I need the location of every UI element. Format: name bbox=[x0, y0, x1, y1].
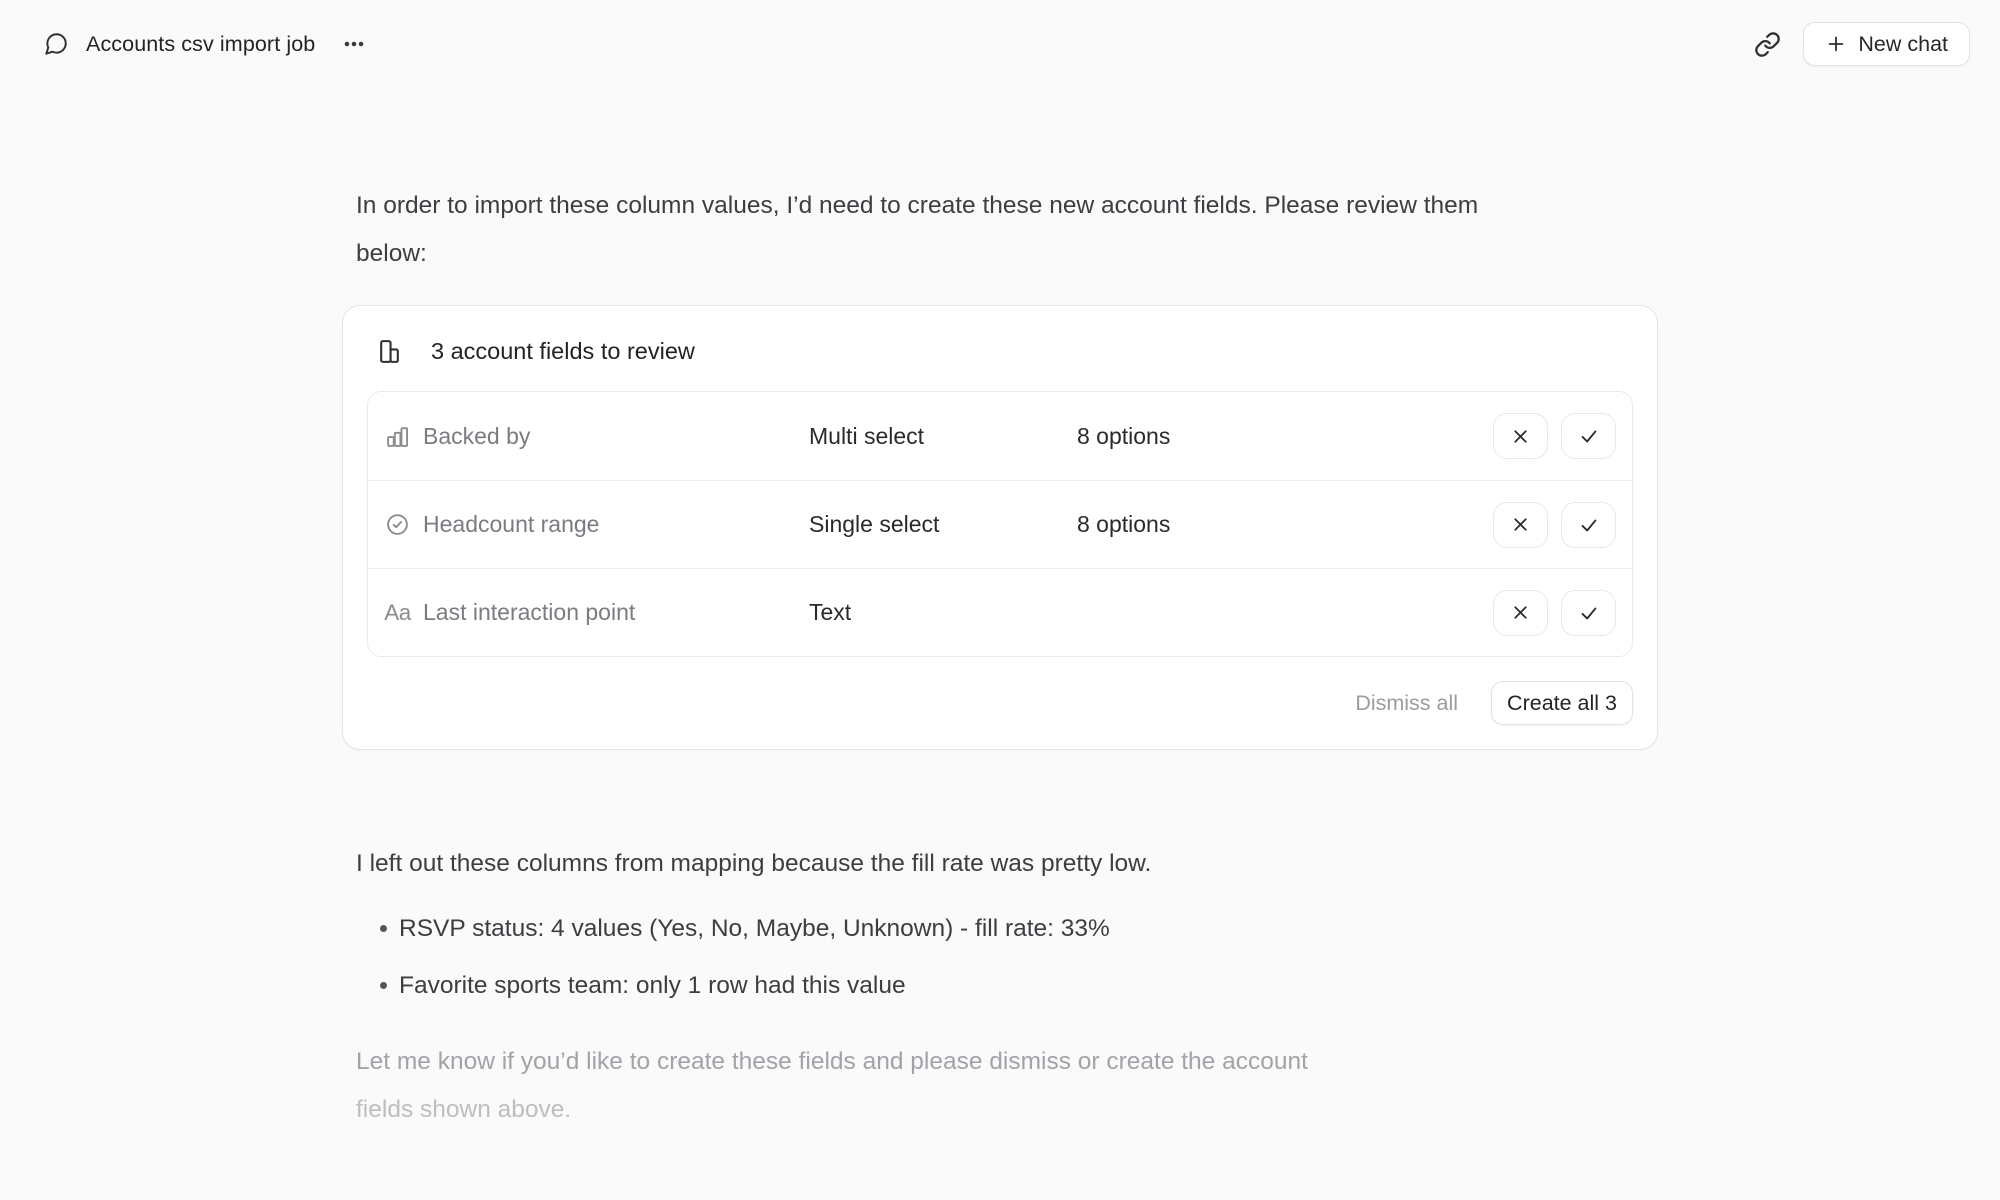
field-type: Single select bbox=[809, 511, 1077, 538]
chat-bubble-icon bbox=[43, 31, 69, 57]
new-chat-button[interactable]: New chat bbox=[1803, 22, 1970, 66]
excluded-columns-list: RSVP status: 4 values (Yes, No, Maybe, U… bbox=[356, 900, 1644, 1014]
assistant-pending-text: Let me know if you’d like to create thes… bbox=[356, 1038, 1644, 1134]
check-circle-icon bbox=[384, 512, 411, 537]
field-row-headcount-range: Headcount range Single select 8 options bbox=[368, 480, 1632, 568]
chat-main-column: In order to import these column values, … bbox=[342, 182, 1658, 1134]
row-actions bbox=[1493, 413, 1616, 459]
field-row-last-interaction-point: Aa Last interaction point Text bbox=[368, 568, 1632, 656]
field-name-cell: Backed by bbox=[384, 423, 809, 450]
assistant-intro-text: In order to import these column values, … bbox=[342, 182, 1532, 278]
field-options-count: 8 options bbox=[1077, 423, 1493, 450]
list-item: RSVP status: 4 values (Yes, No, Maybe, U… bbox=[356, 900, 1644, 957]
topbar-actions: New chat bbox=[1754, 22, 1970, 66]
bar-chart-icon bbox=[384, 424, 411, 449]
row-actions bbox=[1493, 590, 1616, 636]
field-type: Text bbox=[809, 599, 1077, 626]
field-type: Multi select bbox=[809, 423, 1077, 450]
accept-field-button[interactable] bbox=[1561, 413, 1616, 459]
text-icon: Aa bbox=[384, 600, 411, 626]
pending-text-line: Let me know if you’d like to create thes… bbox=[356, 1038, 1644, 1086]
chat-options-menu-icon[interactable] bbox=[341, 31, 367, 57]
field-name: Headcount range bbox=[423, 511, 599, 538]
review-card-title: 3 account fields to review bbox=[431, 338, 695, 365]
company-building-icon bbox=[377, 338, 402, 365]
chat-header-group: Accounts csv import job bbox=[43, 31, 367, 57]
review-card-footer: Dismiss all Create all 3 bbox=[367, 681, 1633, 725]
create-all-button[interactable]: Create all 3 bbox=[1491, 681, 1633, 725]
new-chat-label: New chat bbox=[1858, 32, 1948, 57]
field-name: Last interaction point bbox=[423, 599, 635, 626]
assistant-followup-message: I left out these columns from mapping be… bbox=[342, 840, 1658, 1134]
list-item: Favorite sports team: only 1 row had thi… bbox=[356, 957, 1644, 1014]
dismiss-all-button[interactable]: Dismiss all bbox=[1355, 691, 1458, 716]
followup-intro-text: I left out these columns from mapping be… bbox=[356, 840, 1644, 888]
account-fields-review-card: 3 account fields to review Backed by Mul… bbox=[342, 305, 1658, 750]
chat-title: Accounts csv import job bbox=[86, 32, 315, 57]
accept-field-button[interactable] bbox=[1561, 590, 1616, 636]
top-bar: Accounts csv import job New chat bbox=[0, 0, 2000, 88]
row-actions bbox=[1493, 502, 1616, 548]
field-options-count: 8 options bbox=[1077, 511, 1493, 538]
reject-field-button[interactable] bbox=[1493, 502, 1548, 548]
copy-link-icon[interactable] bbox=[1754, 31, 1781, 58]
field-row-backed-by: Backed by Multi select 8 options bbox=[368, 392, 1632, 480]
pending-text-line: fields shown above. bbox=[356, 1086, 1644, 1134]
reject-field-button[interactable] bbox=[1493, 413, 1548, 459]
plus-icon bbox=[1825, 33, 1847, 55]
reject-field-button[interactable] bbox=[1493, 590, 1548, 636]
fields-table: Backed by Multi select 8 options bbox=[367, 391, 1633, 657]
field-name-cell: Aa Last interaction point bbox=[384, 599, 809, 626]
field-name-cell: Headcount range bbox=[384, 511, 809, 538]
review-card-header: 3 account fields to review bbox=[367, 330, 1633, 365]
field-name: Backed by bbox=[423, 423, 530, 450]
accept-field-button[interactable] bbox=[1561, 502, 1616, 548]
